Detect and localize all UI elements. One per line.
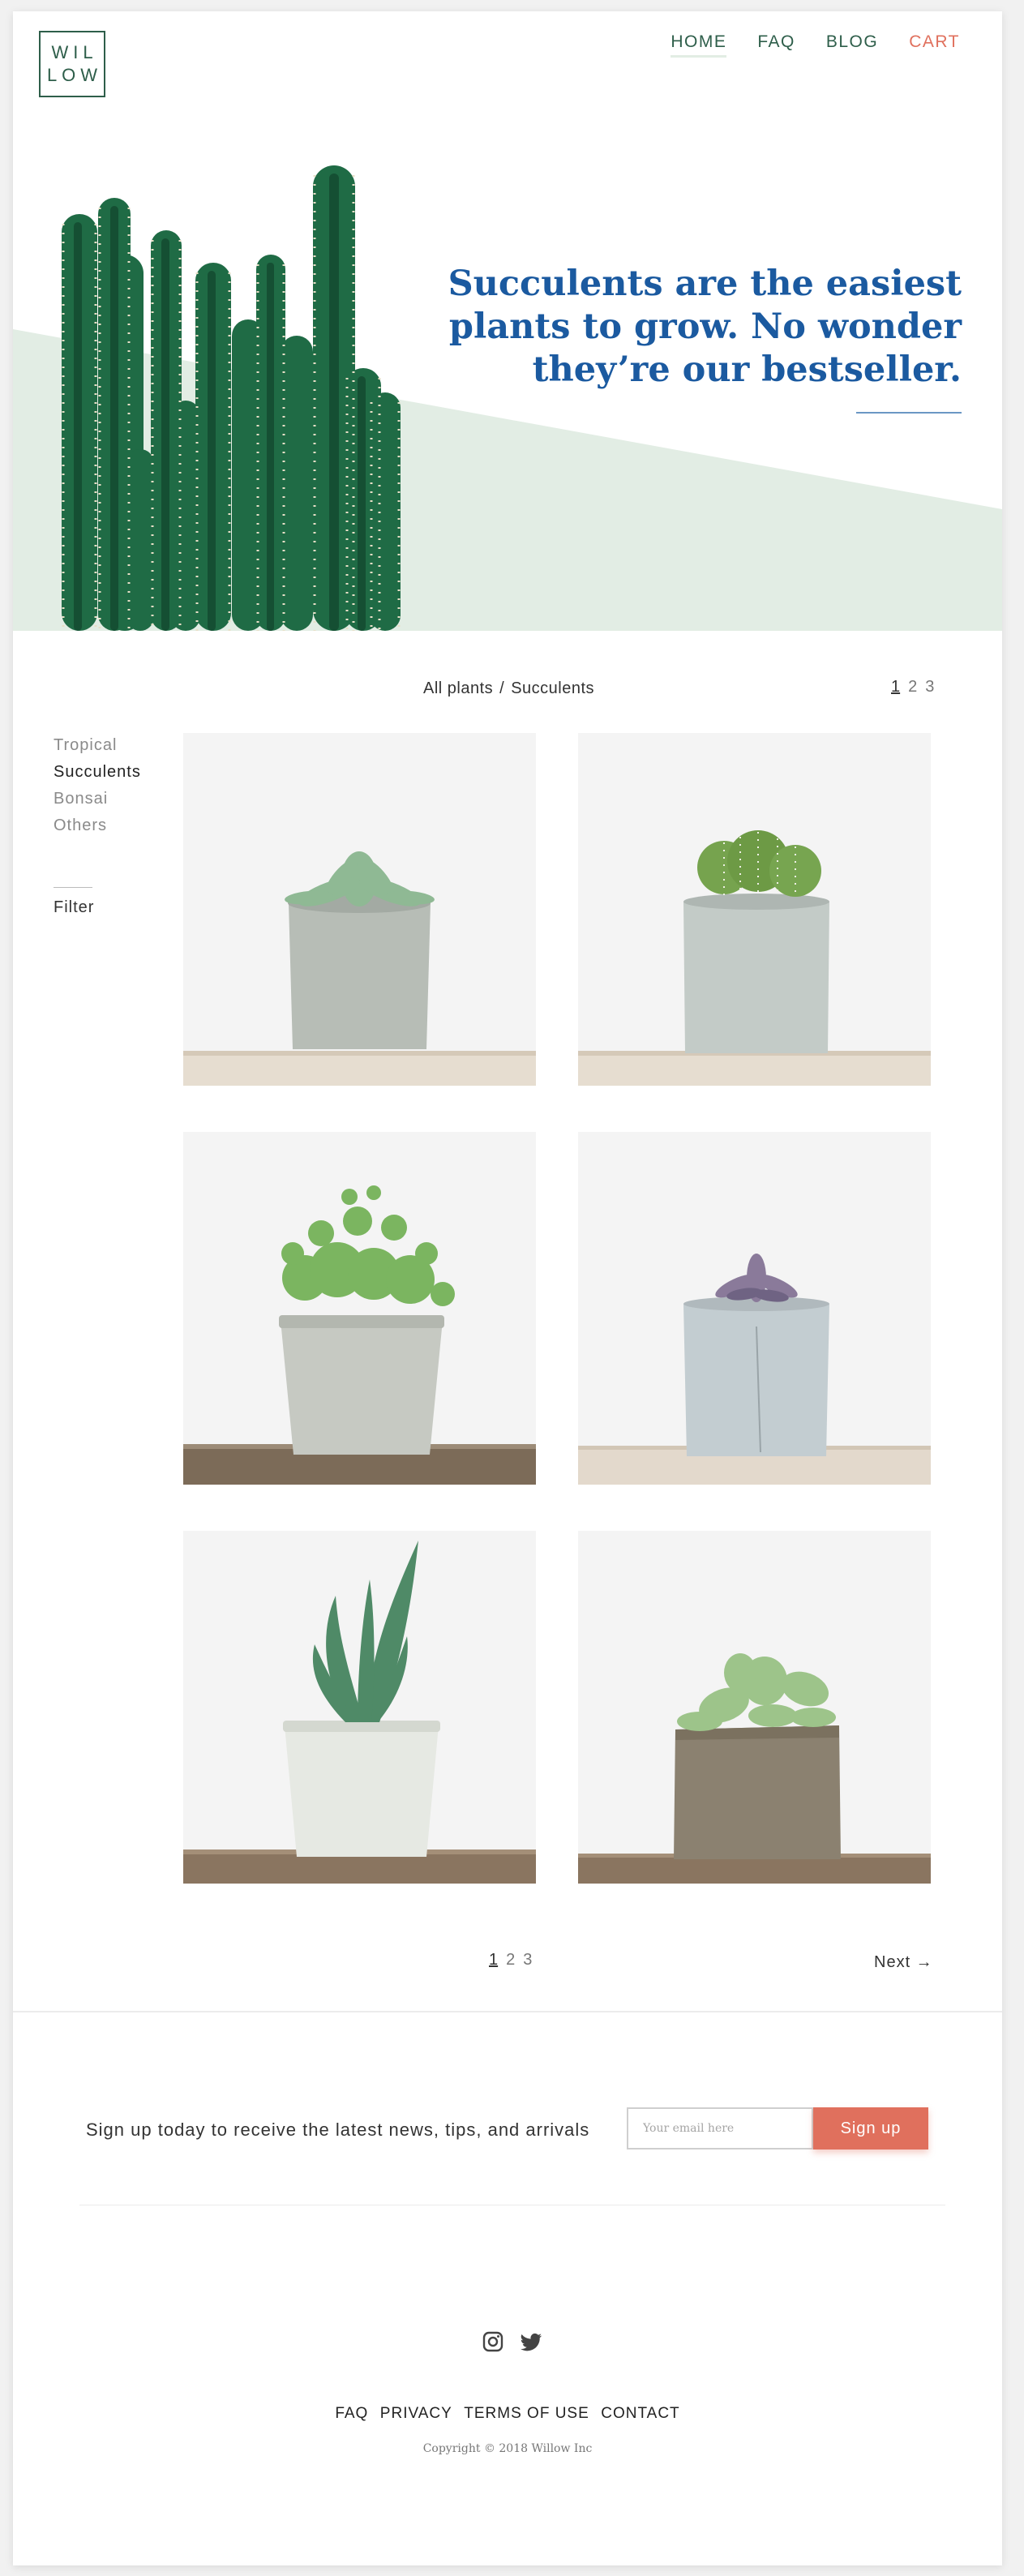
page-link-1[interactable]: 1 — [489, 1951, 498, 1970]
section-divider — [13, 2011, 1002, 2012]
page-link-2[interactable]: 2 — [908, 678, 917, 697]
hero: WIL LOW HOME FAQ BLOG CART Succulents ar… — [13, 11, 1002, 631]
pagination-top: 1 2 3 — [891, 678, 934, 697]
product-card[interactable] — [183, 1132, 536, 1485]
breadcrumb-separator: / — [499, 679, 505, 697]
footer-link-faq[interactable]: FAQ — [335, 2405, 368, 2422]
category-list: Tropical Succulents Bonsai Others — [54, 736, 141, 835]
product-card[interactable] — [578, 1531, 931, 1884]
hero-title: Succulents are the easiest plants to gro… — [448, 264, 962, 390]
email-input[interactable] — [627, 2107, 813, 2150]
footer-link-terms[interactable]: TERMS OF USE — [464, 2405, 589, 2422]
logo-line-2: LOW — [46, 65, 103, 85]
nav-home[interactable]: HOME — [671, 32, 727, 58]
product-card[interactable] — [578, 1132, 931, 1485]
nav-blog[interactable]: BLOG — [826, 32, 878, 58]
aloe-white-pot — [183, 1541, 536, 1884]
category-succulents[interactable]: Succulents — [54, 763, 141, 782]
nav-cart[interactable]: CART — [909, 32, 960, 58]
newsletter-text: Sign up today to receive the latest news… — [86, 2120, 590, 2140]
category-bonsai[interactable]: Bonsai — [54, 790, 141, 808]
round-cactus-concrete-pot — [578, 830, 931, 1086]
small-rosette-concrete-pot — [578, 1254, 931, 1485]
page-link-1[interactable]: 1 — [891, 678, 900, 697]
product-card[interactable] — [183, 733, 536, 1086]
footer-links: FAQ PRIVACY TERMS OF USE CONTACT — [13, 2405, 1002, 2423]
category-tropical[interactable]: Tropical — [54, 736, 141, 755]
string-succulent-concrete-pot — [183, 1185, 536, 1485]
footer-link-privacy[interactable]: PRIVACY — [380, 2405, 452, 2422]
filter-divider — [54, 887, 92, 888]
footer-link-contact[interactable]: CONTACT — [601, 2405, 679, 2422]
twitter-icon[interactable] — [519, 2330, 543, 2355]
main-nav: HOME FAQ BLOG CART — [671, 32, 960, 58]
breadcrumb-current: Succulents — [511, 679, 595, 697]
page: WIL LOW HOME FAQ BLOG CART Succulents ar… — [13, 11, 1002, 2565]
instagram-icon[interactable] — [482, 2330, 506, 2355]
page-link-3[interactable]: 3 — [925, 678, 934, 697]
breadcrumb-all-plants[interactable]: All plants — [423, 679, 493, 698]
cactus-photo — [62, 165, 401, 631]
product-card[interactable] — [578, 733, 931, 1086]
copyright: Copyright © 2018 Willow Inc — [422, 2442, 593, 2455]
rosette-succulent-concrete-pot — [183, 851, 536, 1086]
category-others[interactable]: Others — [54, 817, 141, 835]
filter-button[interactable]: Filter — [54, 898, 94, 917]
logo-line-1: WIL — [51, 42, 98, 62]
nav-faq[interactable]: FAQ — [757, 32, 795, 58]
page-link-3[interactable]: 3 — [523, 1951, 532, 1970]
page-link-2[interactable]: 2 — [506, 1951, 515, 1970]
breadcrumb: All plants / Succulents — [423, 679, 594, 698]
social-links — [482, 2330, 543, 2355]
signup-button[interactable]: Sign up — [813, 2107, 928, 2150]
pagination-bottom: 1 2 3 — [489, 1951, 532, 1970]
product-card[interactable] — [183, 1531, 536, 1884]
jade-square-concrete-pot — [578, 1653, 931, 1884]
logo[interactable]: WIL LOW — [39, 31, 105, 97]
next-page-link[interactable]: Next → — [874, 1953, 933, 1972]
hero-divider — [856, 412, 962, 414]
